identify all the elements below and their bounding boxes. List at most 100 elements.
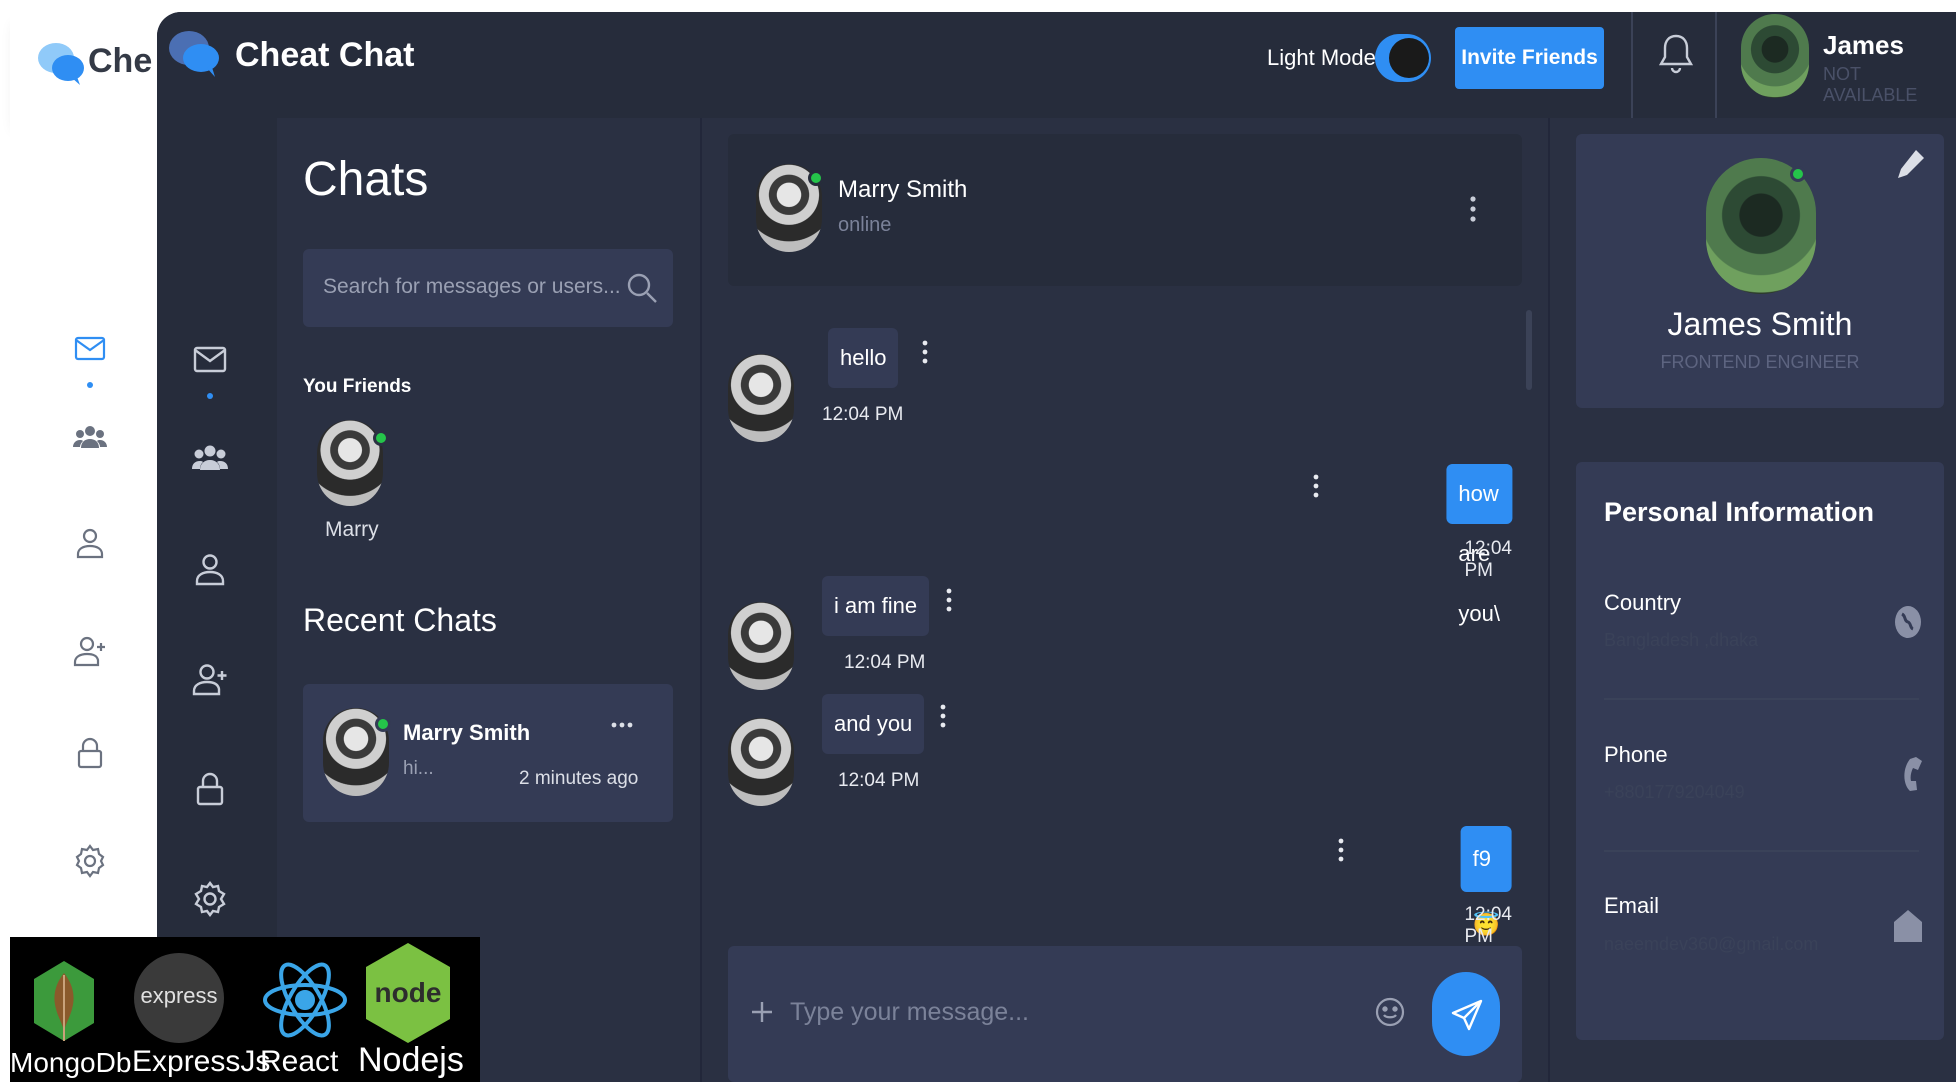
message-menu-icon[interactable] xyxy=(946,588,952,612)
mongodb-logo-icon xyxy=(28,959,100,1043)
nodejs-label: Nodejs xyxy=(358,1041,464,1079)
group-icon[interactable] xyxy=(72,420,108,456)
recent-chats-title: Recent Chats xyxy=(303,602,497,638)
add-user-icon[interactable] xyxy=(191,660,229,698)
user-avatar[interactable] xyxy=(1741,14,1809,98)
group-icon[interactable] xyxy=(191,440,229,478)
contact-status: online xyxy=(838,214,892,236)
user-icon[interactable] xyxy=(191,550,229,588)
message-menu-icon[interactable] xyxy=(1338,838,1344,862)
message-menu-icon[interactable] xyxy=(922,340,928,364)
message-time: 12:04 PM xyxy=(1464,904,1512,947)
message-avatar xyxy=(728,602,794,690)
scrollbar[interactable] xyxy=(1526,310,1532,390)
divider xyxy=(1631,12,1633,118)
email-value: naeemdev360@gmail.com xyxy=(1604,934,1819,954)
chats-title: Chats xyxy=(303,153,429,206)
message-time: 12:04 PM xyxy=(844,652,926,673)
divider xyxy=(1715,12,1717,118)
friends-title: You Friends xyxy=(303,376,412,397)
profile-name: James Smith xyxy=(1667,306,1853,342)
search-box[interactable]: Search for messages or users... xyxy=(303,249,673,327)
friend-avatar[interactable] xyxy=(317,420,383,506)
edit-icon[interactable] xyxy=(1896,148,1926,180)
divider xyxy=(1604,698,1919,700)
background-brand: Che xyxy=(88,42,153,80)
message-bubble[interactable]: and you xyxy=(822,694,925,754)
message-menu-icon[interactable] xyxy=(940,704,946,728)
online-status-dot xyxy=(373,430,389,446)
top-bar: Cheat Chat Light Mode Invite Friends Jam… xyxy=(157,12,1956,118)
add-user-icon[interactable] xyxy=(72,633,108,669)
toggle-knob xyxy=(1389,38,1429,78)
send-icon xyxy=(1450,998,1484,1032)
invite-friends-button[interactable]: Invite Friends xyxy=(1455,27,1604,89)
chat-time: 2 minutes ago xyxy=(519,768,639,789)
message-avatar xyxy=(728,718,794,806)
mail-icon[interactable] xyxy=(191,340,229,378)
friend-name: Marry xyxy=(325,518,379,541)
mongodb-label: MongoDb xyxy=(10,1047,132,1078)
search-input[interactable]: Search for messages or users... xyxy=(323,275,621,299)
envelope-open-icon xyxy=(1892,906,1924,946)
search-icon[interactable] xyxy=(625,271,659,305)
settings-icon[interactable] xyxy=(191,880,229,918)
online-status-dot xyxy=(808,170,824,186)
bell-icon[interactable] xyxy=(1657,32,1695,76)
message-bubble[interactable]: i am fine xyxy=(822,576,930,636)
chat-name: Marry Smith xyxy=(403,720,531,745)
profile-role: FRONTEND ENGINEER xyxy=(1660,352,1860,372)
globe-icon xyxy=(1894,605,1922,639)
react-label: React xyxy=(260,1045,339,1078)
phone-icon xyxy=(1896,755,1924,791)
express-badge-text: express xyxy=(140,983,218,1008)
logo-icon xyxy=(167,28,221,78)
lock-icon[interactable] xyxy=(72,735,108,771)
emoji-icon[interactable] xyxy=(1374,996,1406,1028)
more-horizontal-icon[interactable] xyxy=(611,716,633,728)
chat-app-window: Cheat Chat Light Mode Invite Friends Jam… xyxy=(157,12,1956,1082)
express-logo-icon: express xyxy=(134,953,224,1043)
background-header: Che xyxy=(10,10,170,128)
conversation-header: Marry Smith online xyxy=(728,134,1522,286)
plus-icon[interactable] xyxy=(750,1000,774,1024)
message-bubble[interactable]: how are you\ xyxy=(1446,464,1512,626)
online-status-dot xyxy=(375,716,391,732)
message-bubble[interactable]: f9 😇 😇 xyxy=(1460,826,1512,1003)
profile-card: James Smith FRONTEND ENGINEER xyxy=(1576,134,1944,408)
message-time: 12:04 PM xyxy=(838,770,920,791)
message-input[interactable]: Type your message... xyxy=(790,998,1029,1027)
tech-stack-banner: express node MongoDb ExpressJs React Nod… xyxy=(10,937,480,1082)
brand-title[interactable]: Cheat Chat xyxy=(235,36,414,75)
active-indicator-dot xyxy=(207,393,213,399)
email-label: Email xyxy=(1604,893,1660,918)
message-composer: Type your message... xyxy=(728,946,1522,1082)
react-logo-icon xyxy=(260,955,350,1045)
send-button[interactable] xyxy=(1432,972,1500,1056)
lock-icon[interactable] xyxy=(191,770,229,808)
nodejs-logo-icon: node xyxy=(362,941,454,1045)
message-bubble[interactable]: hello xyxy=(828,328,899,388)
user-status: NOT AVAILABLE xyxy=(1823,64,1918,105)
online-status-dot xyxy=(1790,166,1806,182)
node-badge-text: node xyxy=(374,977,442,1008)
contact-name[interactable]: Marry Smith xyxy=(838,176,967,204)
active-indicator-dot xyxy=(87,382,93,388)
country-label: Country xyxy=(1604,590,1682,615)
recent-chat-item[interactable]: Marry Smith hi... 2 minutes ago xyxy=(303,684,673,822)
chat-preview: hi... xyxy=(403,758,434,779)
expressjs-label: ExpressJs xyxy=(132,1045,271,1078)
message-time: 12:04 PM xyxy=(1464,538,1512,581)
background-logo-icon xyxy=(36,40,86,86)
personal-info-title: Personal Information xyxy=(1604,497,1875,527)
mail-icon[interactable] xyxy=(72,330,108,366)
message-avatar xyxy=(728,354,794,442)
phone-label: Phone xyxy=(1604,742,1668,767)
user-icon[interactable] xyxy=(72,525,108,561)
message-menu-icon[interactable] xyxy=(1313,474,1319,498)
conversation-panel: Marry Smith online hello 12:04 PM how ar… xyxy=(700,118,1550,1082)
more-vertical-icon[interactable] xyxy=(1470,196,1476,222)
message-time: 12:04 PM xyxy=(822,404,904,425)
settings-icon[interactable] xyxy=(72,843,108,879)
light-mode-toggle[interactable] xyxy=(1375,34,1431,82)
